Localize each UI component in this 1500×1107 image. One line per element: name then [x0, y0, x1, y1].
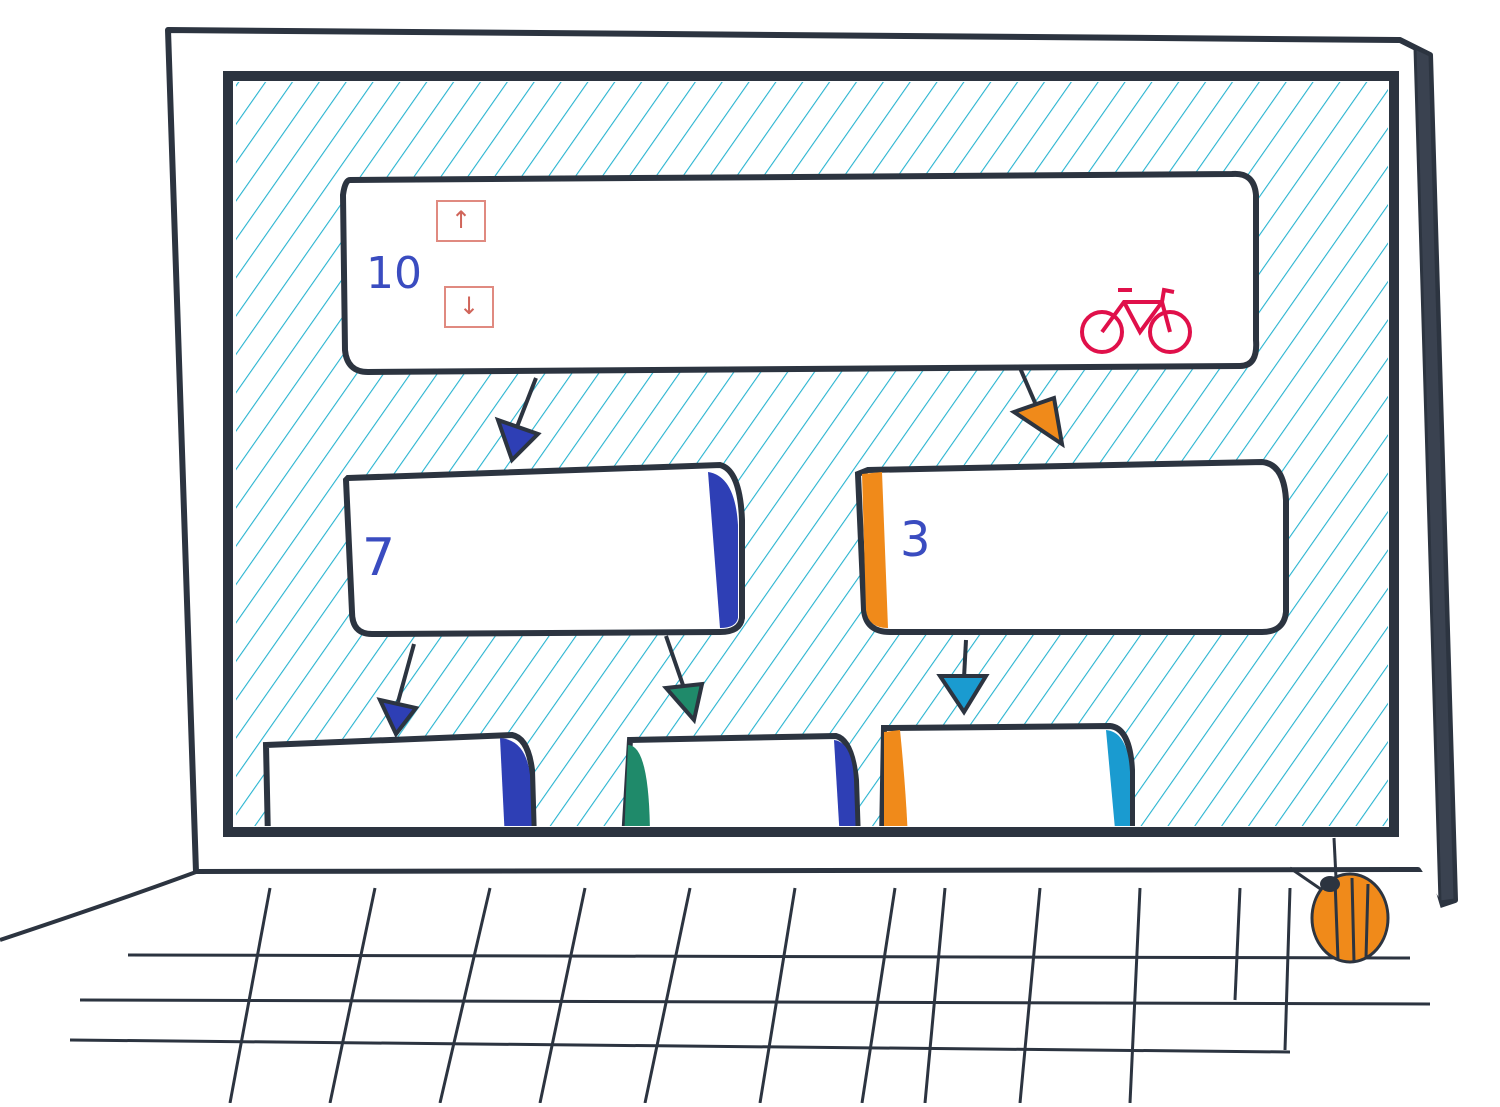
tree-node-left[interactable] — [342, 461, 745, 638]
tree-node-leaf3[interactable] — [879, 722, 1135, 840]
tree-node-leaf2[interactable] — [621, 732, 861, 840]
laptop-drawing — [0, 27, 1490, 1104]
left-child-value: 7 — [362, 528, 396, 588]
tree-node-leaf1[interactable] — [262, 731, 537, 840]
root-value: 10 — [366, 248, 422, 299]
keyboard-deck — [0, 872, 1490, 1103]
laptop-sketch: 10 7 3 ↑ ↓ — [0, 0, 1500, 1104]
move-up-button[interactable]: ↑ — [436, 200, 486, 242]
move-down-button[interactable]: ↓ — [444, 286, 494, 328]
right-child-value: 3 — [900, 512, 931, 568]
edge-right-leaf3 — [962, 639, 968, 679]
